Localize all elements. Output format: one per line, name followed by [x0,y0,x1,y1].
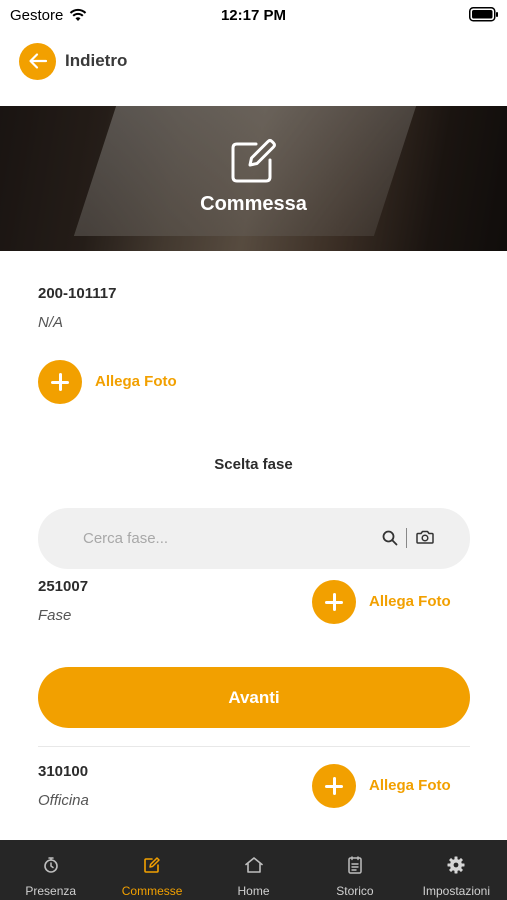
phase-section-title: Scelta fase [214,456,293,473]
tab-storico[interactable]: Storico [304,840,405,900]
tab-label: Impostazioni [422,884,491,898]
edit-icon [143,854,161,876]
phase-attach-photo-button[interactable] [312,580,356,624]
tab-home[interactable]: Home [203,840,304,900]
commessa-code: 200-101117 [38,285,117,302]
search-input[interactable] [83,508,363,569]
phase-description: Fase [38,607,72,624]
phase-description: Officina [38,792,89,809]
tab-label: Storico [336,884,374,898]
back-button[interactable]: Indietro [0,38,507,84]
battery-icon [469,7,499,26]
camera-icon[interactable] [416,529,434,550]
wifi-icon [69,8,87,22]
phase-attach-photo-button[interactable] [312,764,356,808]
tab-impostazioni[interactable]: Impostazioni [406,840,507,900]
edit-icon [230,138,278,189]
commessa-description: N/A [38,314,64,331]
tab-commesse[interactable]: Commesse [101,840,202,900]
history-icon [346,854,364,876]
tab-label: Commesse [121,884,183,898]
list-divider [38,746,470,747]
back-label[interactable]: Indietro [65,51,127,71]
carrier-label: Gestore [10,6,64,24]
tab-presenza[interactable]: Presenza [0,840,101,900]
gear-icon [447,854,465,876]
next-button[interactable]: Avanti [38,667,470,728]
phase-code: 310100 [38,763,89,780]
search-bar [38,508,470,569]
phase-attach-photo-label[interactable]: Allega Foto [369,777,451,794]
arrow-left-icon[interactable] [19,42,56,80]
page-title: Commessa [200,193,307,215]
tab-label: Presenza [25,884,77,898]
tab-label: Home [237,884,270,898]
tab-bar: Presenza Commesse Home Storico Impostazi… [0,840,507,900]
search-icon[interactable] [382,530,398,551]
phase-code: 251007 [38,578,89,595]
home-icon [244,854,264,876]
clock-icon [42,854,60,876]
search-divider [406,528,407,548]
attach-photo-label[interactable]: Allega Foto [95,373,177,390]
attach-photo-button[interactable] [38,360,82,404]
status-bar: Gestore 12:17 PM [0,0,507,30]
phase-attach-photo-label[interactable]: Allega Foto [369,593,451,610]
